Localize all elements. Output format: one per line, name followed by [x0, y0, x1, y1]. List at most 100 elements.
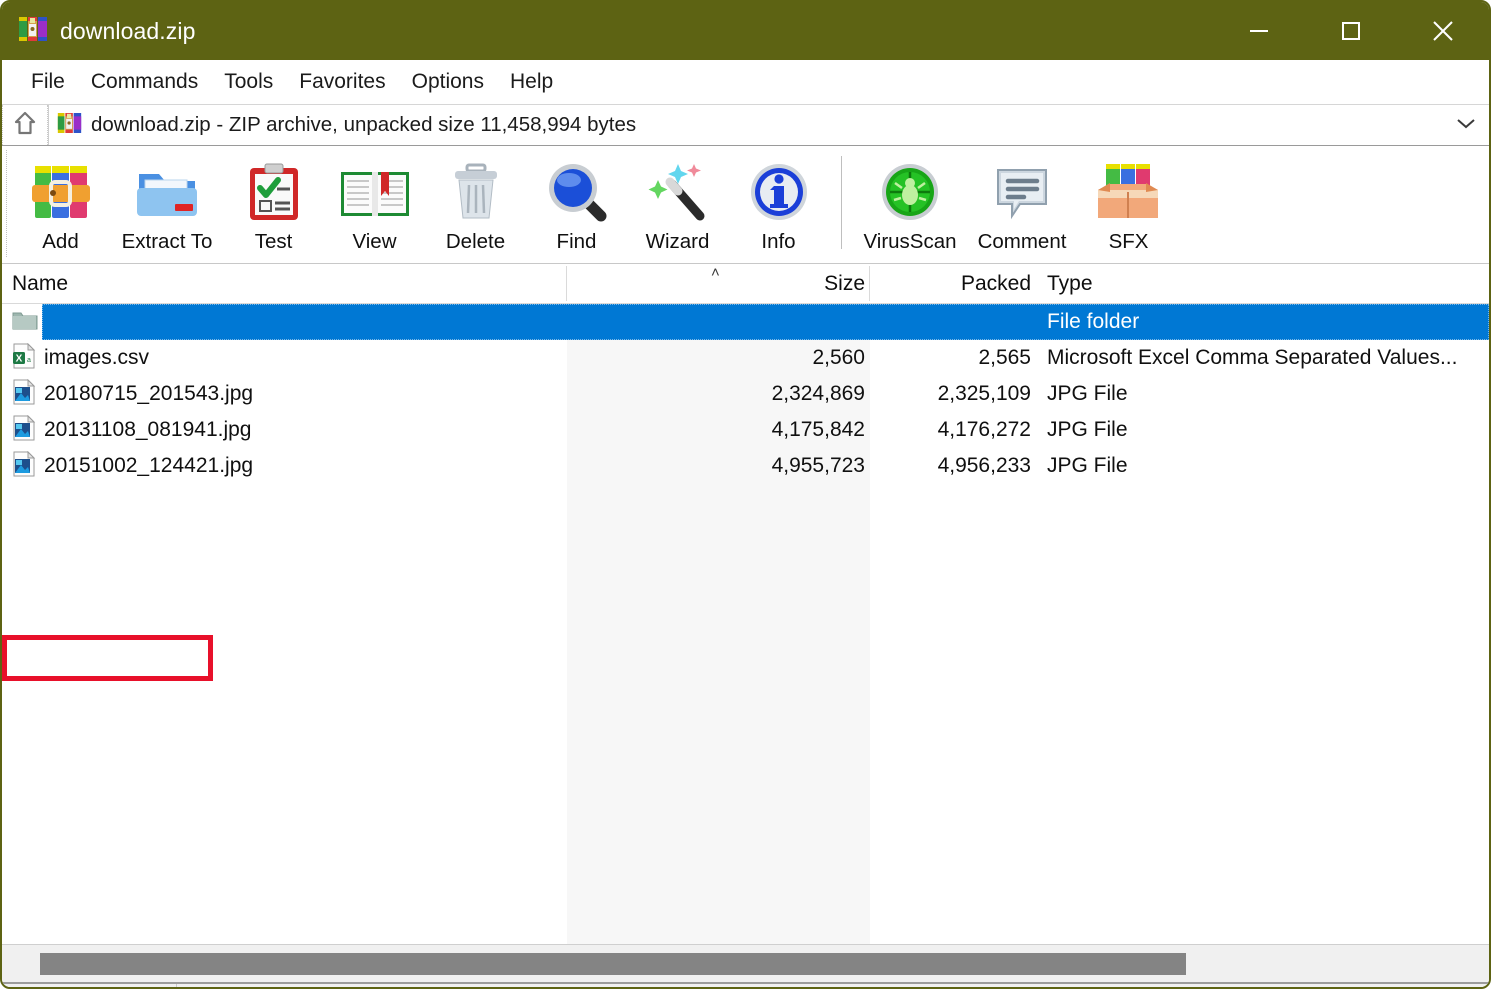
menu-item-favorites[interactable]: Favorites	[286, 66, 398, 98]
cell-type-text: File folder	[1047, 310, 1140, 333]
cell-type: File folder	[1038, 310, 1489, 334]
toolbar-button-sfx[interactable]: SFX	[1078, 146, 1179, 258]
magic-wand-icon	[642, 154, 714, 230]
status-bar: Total 11,458,994 bytes in 4 files	[2, 982, 1489, 987]
sort-ascending-icon: ˄	[711, 264, 720, 281]
close-icon	[1429, 17, 1457, 45]
status-bar-text-area: Total 11,458,994 bytes in 4 files	[177, 984, 1489, 987]
cell-packed-text: 2,565	[978, 346, 1031, 369]
title-bar[interactable]: download.zip	[2, 2, 1489, 60]
close-button[interactable]	[1397, 2, 1489, 60]
toolbar: Add Extract To Test View Delete Find Wiz…	[2, 146, 1489, 264]
table-row[interactable]: 20131108_081941.jpg 4,175,842 4,176,272 …	[2, 412, 1489, 448]
bug-shield-icon	[876, 154, 944, 230]
info-circle-icon	[745, 154, 813, 230]
cell-size: 4,955,723	[567, 454, 870, 478]
file-list[interactable]: File folder X a images.csv 2,560 2,565 M…	[2, 304, 1489, 944]
cell-name-text: 20151002_124421.jpg	[44, 454, 254, 477]
clipboard-check-icon	[240, 154, 308, 230]
cell-size: 2,560	[567, 346, 870, 370]
cell-type-text: JPG File	[1047, 382, 1128, 405]
chevron-down-icon	[1455, 116, 1477, 135]
toolbar-button-virusscan[interactable]: VirusScan	[854, 146, 966, 258]
svg-text:X: X	[16, 353, 23, 364]
maximize-icon	[1339, 19, 1363, 43]
toolbar-button-view[interactable]: View	[324, 146, 425, 258]
cell-size-text: 2,324,869	[771, 382, 865, 405]
column-header-packed-label: Packed	[960, 271, 1031, 295]
cell-type-text: JPG File	[1047, 418, 1128, 441]
menu-bar: File Commands Tools Favorites Options He…	[2, 60, 1489, 104]
magnifier-icon	[543, 154, 611, 230]
column-header-type-label: Type	[1047, 271, 1093, 295]
cell-size-text: 4,955,723	[771, 454, 865, 477]
title-bar-left: download.zip	[2, 15, 195, 48]
toolbar-button-wizard[interactable]: Wizard	[627, 146, 728, 258]
cell-size-text: 2,560	[812, 346, 865, 369]
minimize-button[interactable]	[1213, 2, 1305, 60]
horizontal-scrollbar-thumb[interactable]	[40, 952, 1186, 975]
table-row[interactable]: File folder	[2, 304, 1489, 340]
address-bar: download.zip - ZIP archive, unpacked siz…	[2, 104, 1489, 146]
column-header-type[interactable]: Type	[1038, 264, 1489, 303]
window-controls	[1213, 2, 1489, 60]
cell-size: 2,324,869	[567, 382, 870, 406]
menu-item-help[interactable]: Help	[497, 66, 566, 98]
cell-packed: 2,325,109	[870, 382, 1038, 406]
cell-name-text: 20180715_201543.jpg	[44, 382, 254, 405]
winrar-books-icon	[57, 111, 82, 140]
window-title: download.zip	[60, 17, 196, 44]
cell-packed-text: 4,956,233	[937, 454, 1031, 477]
table-row[interactable]: 20151002_124421.jpg 4,955,723 4,956,233 …	[2, 448, 1489, 484]
toolbar-button-find[interactable]: Find	[526, 146, 627, 258]
horizontal-scrollbar[interactable]	[2, 944, 1489, 982]
cell-packed: 2,565	[870, 346, 1038, 370]
table-row[interactable]: 20180715_201543.jpg 2,324,869 2,325,109 …	[2, 376, 1489, 412]
toolbar-label-delete: Delete	[445, 230, 506, 253]
arrow-up-icon	[13, 110, 37, 141]
column-header-name[interactable]: Name	[2, 264, 567, 303]
folder-icon	[12, 309, 38, 336]
table-row[interactable]: X a images.csv 2,560 2,565 Microsoft Exc…	[2, 340, 1489, 376]
image-file-icon	[12, 378, 36, 410]
path-dropdown-button[interactable]	[1443, 116, 1489, 135]
toolbar-separator	[841, 156, 842, 249]
menu-item-commands[interactable]: Commands	[78, 66, 211, 98]
open-book-icon	[338, 154, 412, 230]
cell-type: JPG File	[1038, 382, 1489, 406]
column-header-size-label: Size	[824, 271, 865, 295]
menu-item-options[interactable]: Options	[399, 66, 497, 98]
toolbar-button-comment[interactable]: Comment	[966, 146, 1078, 258]
column-header-packed[interactable]: Packed	[870, 264, 1038, 303]
open-box-icon	[1092, 154, 1166, 230]
column-header-name-label: Name	[12, 271, 69, 295]
cell-packed-text: 4,176,272	[937, 418, 1031, 441]
cell-name: 20180715_201543.jpg	[2, 378, 567, 410]
path-field[interactable]: download.zip - ZIP archive, unpacked siz…	[48, 105, 1443, 145]
menu-item-file[interactable]: File	[18, 66, 78, 98]
cell-type: JPG File	[1038, 454, 1489, 478]
up-one-level-button[interactable]	[2, 105, 48, 145]
cell-packed: 4,176,272	[870, 418, 1038, 442]
archive-path-text: download.zip - ZIP archive, unpacked siz…	[91, 113, 637, 136]
cell-size-text: 4,175,842	[771, 418, 865, 441]
toolbar-label-wizard: Wizard	[645, 230, 710, 253]
cell-name	[2, 309, 567, 336]
toolbar-button-test[interactable]: Test	[223, 146, 324, 258]
toolbar-button-info[interactable]: Info	[728, 146, 829, 258]
cell-packed-text: 2,325,109	[937, 382, 1031, 405]
cell-type-text: JPG File	[1047, 454, 1128, 477]
speech-bubble-icon	[988, 154, 1056, 230]
toolbar-label-find: Find	[556, 230, 597, 253]
cell-name: 20131108_081941.jpg	[2, 414, 567, 446]
cell-type: Microsoft Excel Comma Separated Values..…	[1038, 346, 1489, 370]
maximize-button[interactable]	[1305, 2, 1397, 60]
menu-item-tools[interactable]: Tools	[211, 66, 286, 98]
toolbar-label-sfx: SFX	[1108, 230, 1149, 253]
toolbar-button-add[interactable]: Add	[10, 146, 111, 258]
cell-type-text: Microsoft Excel Comma Separated Values..…	[1047, 346, 1458, 369]
toolbar-button-delete[interactable]: Delete	[425, 146, 526, 258]
toolbar-button-extract-to[interactable]: Extract To	[111, 146, 223, 258]
winrar-books-icon	[18, 15, 48, 48]
toolbar-label-extract-to: Extract To	[121, 230, 213, 253]
